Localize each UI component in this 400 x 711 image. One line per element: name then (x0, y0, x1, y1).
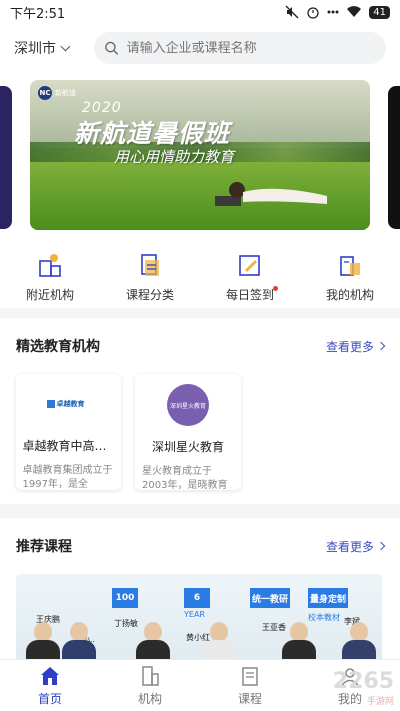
view-more-label: 查看更多 (325, 539, 374, 554)
search-bar[interactable] (94, 32, 386, 64)
status-bar: 下午2:51 41 (0, 0, 400, 24)
city-selector[interactable]: 深圳市 (14, 38, 94, 58)
more-icon (327, 10, 339, 14)
section-title: 推荐课程 (16, 539, 72, 555)
zhuoyue-logo: 卓越教育 (46, 393, 91, 415)
institution-logo: 深圳星火教育 (166, 384, 210, 426)
teacher-name: 丁扬敏 (114, 619, 138, 628)
quick-nav: 附近机构 课程分类 每日签到 我的机构 (0, 242, 400, 308)
quick-nav-my-institutions[interactable]: 我的机构 (300, 242, 400, 308)
status-time: 下午2:51 (10, 6, 66, 22)
section-header: 推荐课程 查看更多 (0, 518, 400, 574)
brand-logo-icon: NC (38, 86, 52, 100)
tab-label: 首页 (37, 691, 62, 706)
banner-brand: 新航道 (55, 89, 76, 97)
logo-text: 卓越教育 (56, 400, 85, 409)
institution-card[interactable]: 深圳星火教育 深圳星火教育 星火教育成立于2003年，是晓教育集团... (135, 374, 241, 490)
institution-logo: 卓越教育 (46, 384, 91, 425)
view-more-link[interactable]: 查看更多 (325, 338, 386, 355)
wifi-icon (347, 6, 362, 18)
institution-card[interactable]: 卓越教育 卓越教育中高考... 卓越教育集团成立于1997年，是全国、... (16, 374, 121, 490)
banner-prev-slide[interactable] (0, 86, 12, 229)
chevron-down-icon (60, 41, 71, 51)
logo-mark (46, 400, 55, 409)
quick-nav-categories[interactable]: 课程分类 (100, 242, 200, 308)
chevron-right-icon (376, 341, 386, 351)
institution-desc: 卓越教育集团成立于1997年，是全国、... (22, 465, 113, 490)
recommended-courses-section: 推荐课程 查看更多 100 6 YEAR 统一教研 量身定制 校本教材 王庆鹏 … (0, 518, 400, 678)
status-icons: 41 (285, 5, 390, 19)
view-more-link[interactable]: 查看更多 (325, 538, 386, 555)
banner-slogan: 用心用情助力教育 (114, 148, 235, 166)
tab-home[interactable]: 首页 (0, 660, 100, 711)
banner-tag: 统一教研 (250, 588, 290, 608)
quick-nav-label: 每日签到 (225, 288, 274, 302)
notification-dot (273, 286, 278, 291)
watermark-main: 2265 (332, 669, 394, 694)
quick-nav-checkin[interactable]: 每日签到 (200, 242, 300, 308)
banner-brand-logo: NC 新航道 (38, 86, 76, 100)
banner-slide[interactable]: NC 新航道 2020 新航道暑假班 用心用情助力教育 (30, 80, 370, 230)
tab-label: 课程 (237, 691, 262, 706)
section-title: 精选教育机构 (16, 339, 100, 355)
view-more-label: 查看更多 (325, 339, 374, 354)
featured-institutions-section: 精选教育机构 查看更多 卓越教育 卓越教育中高考... 卓越教育集团成立于199… (0, 318, 400, 504)
banner-tag: 量身定制 (308, 588, 348, 608)
app-screen: 下午2:51 41 深圳市 NC 新航道 2 (0, 0, 400, 711)
quick-nav-label: 课程分类 (125, 288, 174, 302)
institution-desc: 星火教育成立于2003年，是晓教育集团... (142, 466, 228, 490)
battery-level: 41 (369, 5, 390, 19)
xinghuo-logo: 深圳星火教育 (167, 384, 209, 426)
banner-title: 新航道暑假班 (74, 119, 231, 148)
banner-next-slide[interactable] (388, 86, 400, 229)
home-icon (41, 666, 59, 685)
banner-text: YEAR (184, 610, 205, 619)
search-input[interactable] (126, 40, 376, 56)
tab-institutions[interactable]: 机构 (100, 660, 200, 711)
banner-carousel[interactable]: NC 新航道 2020 新航道暑假班 用心用情助力教育 (0, 72, 400, 242)
edit-calendar-icon (239, 255, 260, 276)
document-list-icon (141, 254, 159, 276)
search-icon (105, 41, 119, 55)
quick-nav-label: 附近机构 (25, 288, 74, 302)
quick-nav-nearby[interactable]: 附近机构 (0, 242, 100, 308)
watermark-sub: 手游网 (366, 697, 394, 707)
location-building-icon (39, 254, 61, 277)
quick-nav-label: 我的机构 (325, 288, 374, 302)
alarm-icon (307, 7, 319, 19)
course-icon (242, 666, 258, 686)
mute-icon (285, 5, 299, 19)
city-label: 深圳市 (14, 41, 56, 57)
tab-label: 机构 (137, 691, 162, 706)
building-icon (142, 665, 159, 686)
chevron-right-icon (376, 541, 386, 551)
tab-courses[interactable]: 课程 (200, 660, 300, 711)
banner-text: 校本教材 (308, 613, 340, 622)
institution-name: 深圳星火教育 (151, 440, 224, 454)
my-building-icon (340, 256, 360, 276)
section-header: 精选教育机构 查看更多 (0, 318, 400, 374)
institution-cards: 卓越教育 卓越教育中高考... 卓越教育集团成立于1997年，是全国、... 深… (0, 374, 400, 490)
institution-name: 卓越教育中高考... (22, 438, 115, 453)
banner-tag: 100 (112, 588, 138, 608)
site-watermark: 2265 手游网 (333, 669, 394, 707)
top-header: 深圳市 (0, 24, 400, 72)
banner-girl-illustration (215, 182, 327, 206)
banner-tag: 6 (184, 588, 210, 608)
